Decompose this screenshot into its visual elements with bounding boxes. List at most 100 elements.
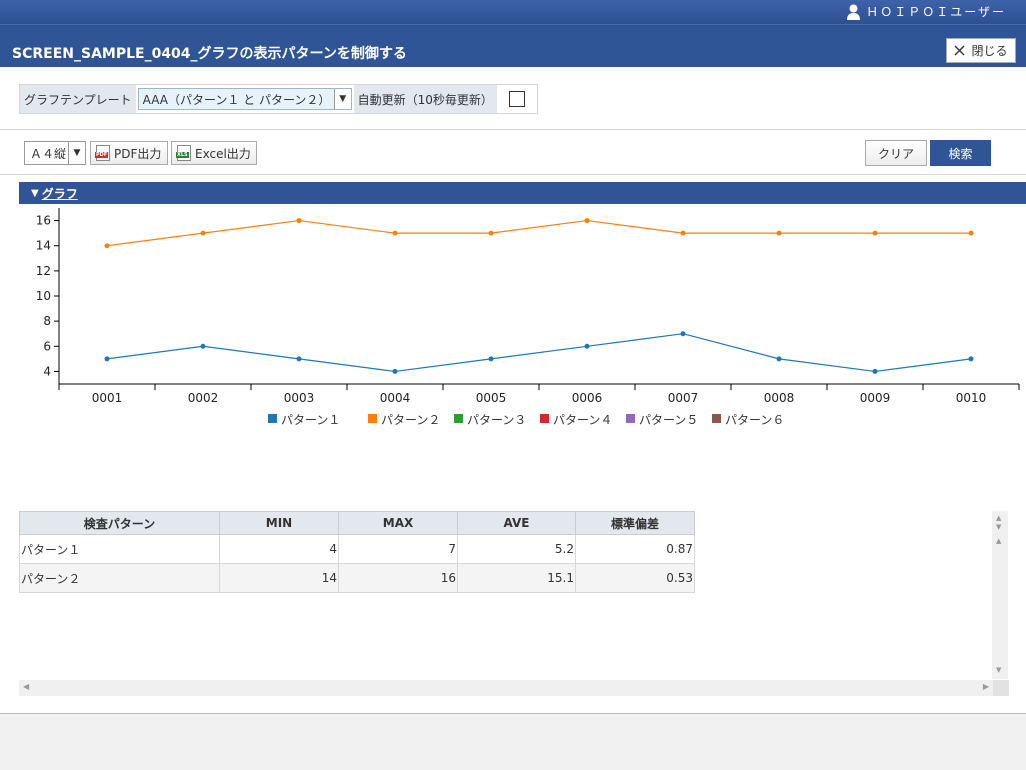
paper-size-value: Ａ４縦 [30,146,67,161]
data-point [968,356,974,362]
table-row[interactable]: パターン２ 14 16 15.1 0.53 [19,563,695,593]
x-tick-label: 0009 [860,391,891,405]
title-bar: SCREEN_SAMPLE_0404_グラフの表示パターンを制御する 閉じる [0,24,1026,68]
column-header: 検査パターン [19,511,220,535]
legend-swatch [368,414,377,423]
max-cell: 16 [338,563,458,593]
scroll-left-icon[interactable]: ◀ [23,682,29,691]
x-tick-label: 0007 [668,391,699,405]
scroll-up-icon[interactable]: ▲ [996,537,1001,545]
data-point [680,230,686,236]
column-header: MIN [219,511,339,535]
excel-export-label: Excel出力 [195,146,251,161]
auto-refresh-checkbox[interactable] [508,91,525,107]
data-point [200,230,206,236]
legend-label: パターン３ [467,413,526,427]
chevron-down-icon: ▼ [333,89,351,109]
legend-label: パターン６ [725,413,784,427]
x-tick-label: 0008 [764,391,795,405]
search-button[interactable]: 検索 [930,140,991,166]
data-point [104,243,110,249]
user-icon [847,4,861,20]
y-tick-label: 12 [36,264,51,278]
legend-swatch [540,414,549,423]
template-label: グラフテンプレート [20,85,136,113]
pdf-export-label: PDF出力 [114,146,162,161]
divider [0,174,1026,175]
main-area: グラフテンプレート AAA（パターン１ と パターン２） ▼ 自動更新（10秒毎… [0,67,1026,713]
page-title: SCREEN_SAMPLE_0404_グラフの表示パターンを制御する [12,46,407,62]
column-header: 標準偏差 [575,511,695,535]
graph-section-title: グラフ [41,186,78,201]
y-tick-label: 8 [43,314,51,328]
vertical-scrollbar[interactable]: ▲ ▼ ▲ ▼ [992,511,1008,679]
stddev-cell: 0.87 [575,534,695,564]
column-header: MAX [338,511,458,535]
data-point [296,218,302,224]
legend-swatch [712,414,721,423]
legend-label: パターン５ [639,413,698,427]
table-row[interactable]: パターン１ 4 7 5.2 0.87 [19,534,695,564]
scroll-corner [993,680,1009,696]
series-line [106,333,972,373]
x-tick-label: 0006 [572,391,603,405]
stddev-cell: 0.53 [575,563,695,593]
data-point [104,356,110,362]
x-tick-label: 0005 [476,391,507,405]
max-cell: 7 [338,534,458,564]
paper-size-select[interactable]: Ａ４縦 ▼ [24,141,86,165]
x-tick-label: 0010 [956,391,987,405]
data-point [200,343,206,349]
y-tick-label: 6 [43,339,51,353]
template-select[interactable]: AAA（パターン１ と パターン２） ▼ [137,88,352,110]
x-tick-label: 0002 [188,391,219,405]
excel-export-button[interactable]: XLS Excel出力 [171,141,257,165]
y-tick-label: 4 [43,364,51,378]
data-point [776,230,782,236]
data-point [680,331,686,337]
scroll-right-icon[interactable]: ▶ [983,682,989,691]
y-tick-label: 14 [36,239,51,253]
series-line [106,219,971,247]
data-point [296,356,302,362]
data-point [872,368,878,374]
user-menu[interactable]: ＨＯＩＰＯＩユーザー [847,3,1006,20]
column-header: AVE [457,511,576,535]
footer-bar [0,713,1026,770]
condition-bar: グラフテンプレート AAA（パターン１ と パターン２） ▼ 自動更新（10秒毎… [19,84,538,114]
data-point [584,343,590,349]
data-point [776,356,782,362]
legend-label: パターン２ [381,413,440,427]
data-point [392,368,398,374]
scroll-down-icon[interactable]: ▼ [996,666,1001,674]
pdf-export-button[interactable]: PDF PDF出力 [90,141,168,165]
top-bar: ＨＯＩＰＯＩユーザー [0,0,1026,24]
scroll-top-icon[interactable]: ▲ [996,514,1001,522]
pdf-file-icon: PDF [95,145,110,161]
y-tick-label: 10 [36,289,51,303]
y-tick-label: 16 [36,214,51,228]
data-point [872,230,878,236]
data-point [392,230,398,236]
legend-swatch [268,414,277,423]
min-cell: 14 [219,563,339,593]
legend-label: パターン１ [281,413,340,427]
stats-table-container: 検査パターン MIN MAX AVE 標準偏差 パターン１ 4 7 5.2 0.… [19,511,1008,679]
data-point [488,230,494,236]
x-tick-label: 0004 [380,391,411,405]
x-tick-label: 0003 [284,391,315,405]
clear-button[interactable]: クリア [865,140,927,166]
pattern-name-cell: パターン１ [19,534,220,564]
scroll-bottom-icon[interactable]: ▼ [996,523,1001,531]
legend-swatch [626,414,635,423]
legend-label: パターン４ [553,413,612,427]
stats-table: 検査パターン MIN MAX AVE 標準偏差 パターン１ 4 7 5.2 0.… [19,511,695,593]
auto-refresh-label: 自動更新（10秒毎更新） [353,85,497,113]
graph-section-header[interactable]: ▼ グラフ [19,182,1026,204]
close-button[interactable]: 閉じる [946,38,1016,63]
horizontal-scrollbar[interactable]: ◀ ▶ [19,680,1009,696]
ave-cell: 15.1 [457,563,576,593]
auto-refresh-cell [497,85,537,113]
close-icon [954,45,965,56]
template-value: AAA（パターン１ と パターン２） [142,92,331,107]
